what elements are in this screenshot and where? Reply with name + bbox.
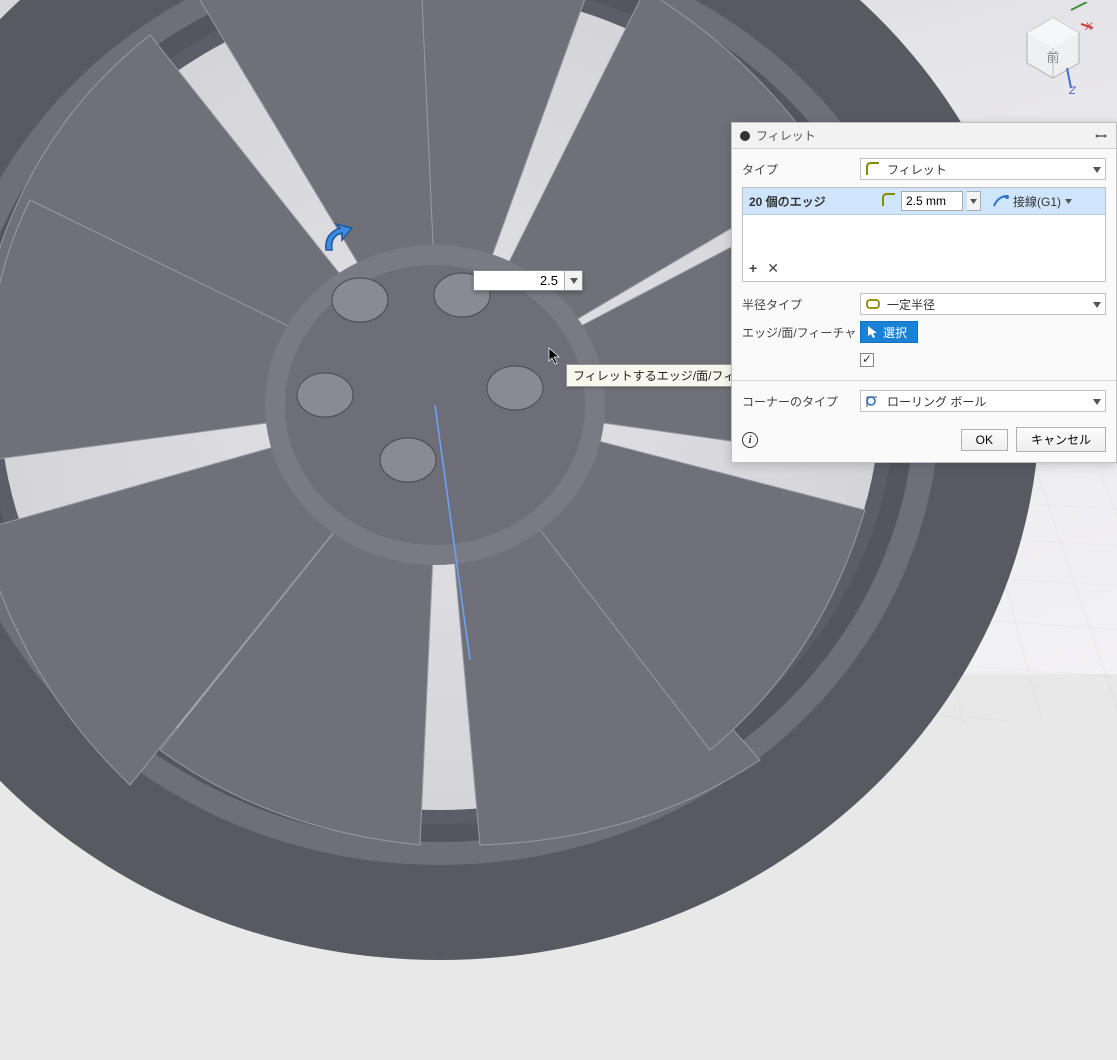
edge-count: 20 個のエッジ bbox=[749, 193, 875, 210]
rolling-ball-icon bbox=[865, 393, 881, 409]
radius-direct-input[interactable] bbox=[473, 270, 583, 291]
corner-type-dropdown[interactable]: ローリング ボール bbox=[860, 390, 1106, 412]
dialog-title: フィレット bbox=[756, 127, 816, 144]
tangent-chain-row bbox=[742, 346, 1106, 374]
radius-icon bbox=[881, 192, 897, 211]
chevron-down-icon bbox=[1065, 199, 1072, 204]
radius-type-value: 一定半径 bbox=[887, 296, 935, 313]
chevron-down-icon bbox=[1093, 394, 1101, 408]
radius-dropdown-button[interactable] bbox=[967, 191, 981, 211]
fillet-type-icon bbox=[865, 161, 881, 177]
collapse-icon[interactable] bbox=[740, 131, 750, 141]
remove-selection-button[interactable]: ✕ bbox=[767, 260, 779, 277]
constant-radius-icon bbox=[865, 296, 881, 312]
radius-input-field[interactable] bbox=[474, 271, 564, 290]
selection-list[interactable]: 20 個のエッジ 接線(G1) + ✕ bbox=[742, 187, 1106, 282]
radius-step-button[interactable] bbox=[564, 271, 582, 290]
selection-row[interactable]: 20 個のエッジ 接線(G1) bbox=[743, 188, 1105, 215]
radius-type-row: 半径タイプ 一定半径 bbox=[742, 290, 1106, 318]
type-value: フィレット bbox=[887, 161, 947, 178]
edges-row: エッジ/面/フィーチャ 選択 bbox=[742, 318, 1106, 346]
svg-text:X: X bbox=[1084, 21, 1093, 33]
row-radius-input[interactable] bbox=[901, 191, 963, 211]
ok-button[interactable]: OK bbox=[961, 429, 1008, 451]
dialog-titlebar[interactable]: フィレット bbox=[732, 123, 1116, 149]
edges-label: エッジ/面/フィーチャ bbox=[742, 324, 860, 341]
view-cube[interactable]: 前 X Z bbox=[1011, 2, 1095, 102]
continuity-control[interactable]: 接線(G1) bbox=[993, 193, 1072, 210]
pin-icon[interactable] bbox=[1094, 129, 1108, 143]
tangent-icon bbox=[993, 194, 1009, 208]
cursor-icon bbox=[867, 325, 879, 339]
divider bbox=[732, 380, 1116, 381]
cancel-button[interactable]: キャンセル bbox=[1016, 427, 1106, 452]
chevron-down-icon bbox=[1093, 297, 1101, 311]
type-row: タイプ フィレット bbox=[742, 155, 1106, 183]
continuity-label: 接線(G1) bbox=[1013, 193, 1061, 210]
corner-type-row: コーナーのタイプ ローリング ボール bbox=[742, 387, 1106, 415]
tangent-chain-checkbox[interactable] bbox=[860, 353, 874, 367]
add-selection-button[interactable]: + bbox=[749, 260, 757, 277]
cursor-icon bbox=[548, 347, 562, 365]
chevron-down-icon bbox=[1093, 162, 1101, 176]
corner-type-label: コーナーのタイプ bbox=[742, 393, 860, 410]
svg-text:Z: Z bbox=[1068, 85, 1077, 97]
corner-type-value: ローリング ボール bbox=[887, 393, 986, 410]
svg-text:前: 前 bbox=[1046, 50, 1059, 65]
fillet-dialog: フィレット タイプ フィレット 20 個のエッジ bbox=[731, 122, 1117, 463]
radius-type-dropdown[interactable]: 一定半径 bbox=[860, 293, 1106, 315]
rotate-manipulator[interactable] bbox=[320, 222, 360, 258]
type-dropdown[interactable]: フィレット bbox=[860, 158, 1106, 180]
info-icon[interactable]: i bbox=[742, 432, 758, 448]
type-label: タイプ bbox=[742, 161, 860, 178]
radius-type-label: 半径タイプ bbox=[742, 296, 860, 313]
select-button[interactable]: 選択 bbox=[860, 321, 918, 343]
